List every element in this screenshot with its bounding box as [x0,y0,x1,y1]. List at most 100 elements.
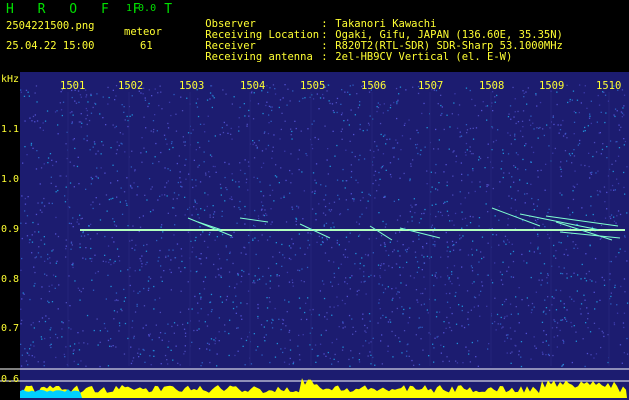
noise-speck [471,254,473,256]
noise-speck [130,166,132,168]
noise-speck [575,244,577,246]
noise-speck [300,318,302,321]
noise-speck [369,320,371,322]
noise-speck [147,280,150,282]
noise-speck [465,346,467,348]
noise-speck [342,180,344,182]
noise-speck [148,178,151,180]
noise-speck [54,111,57,113]
noise-speck [180,96,182,98]
noise-speck [157,199,159,201]
noise-speck [33,356,36,358]
noise-speck [352,326,354,328]
noise-speck [298,269,301,272]
y-tick: 1.1 [1,124,20,135]
noise-speck [438,182,440,184]
noise-speck [381,363,383,365]
noise-speck [76,165,79,168]
noise-speck [432,237,434,239]
noise-speck [590,354,592,356]
noise-speck [77,156,79,158]
noise-speck [179,177,181,179]
noise-speck [161,339,163,341]
noise-speck [288,257,291,260]
noise-speck [32,115,35,118]
noise-speck [203,209,206,211]
noise-speck [457,277,459,279]
noise-speck [322,212,325,214]
noise-speck [119,201,121,203]
noise-speck [195,149,197,151]
noise-speck [594,257,597,260]
noise-speck [420,338,422,340]
noise-speck [377,264,380,266]
noise-speck [602,143,604,145]
noise-speck [299,247,301,249]
noise-speck [87,233,89,236]
noise-speck [93,329,95,332]
noise-speck [195,236,197,239]
noise-speck [573,155,576,157]
noise-speck [467,311,469,313]
noise-speck [205,174,207,176]
noise-speck [577,144,579,146]
noise-speck [367,200,369,202]
noise-speck [453,102,455,104]
noise-speck [285,325,287,327]
noise-speck [401,135,404,137]
noise-speck [254,275,256,277]
noise-speck [537,137,539,139]
noise-speck [86,139,88,142]
noise-speck [238,181,240,183]
noise-speck [333,306,335,308]
noise-speck [246,123,248,125]
noise-speck [204,321,206,323]
noise-speck [180,270,182,273]
noise-speck [537,233,539,235]
noise-speck [403,172,405,175]
noise-speck [485,190,488,193]
noise-speck [143,305,146,307]
noise-speck [209,98,211,100]
noise-speck [114,224,116,226]
noise-speck [238,186,240,188]
noise-speck [604,94,607,96]
noise-speck [505,298,507,301]
noise-speck [143,147,145,149]
noise-speck [91,279,93,281]
noise-speck [523,92,525,94]
noise-speck [332,222,334,224]
noise-speck [613,322,615,324]
noise-speck [37,252,40,254]
noise-speck [77,287,79,289]
noise-speck [258,267,260,269]
noise-speck [118,260,121,262]
noise-speck [350,350,352,352]
noise-speck [184,332,187,334]
noise-speck [378,302,380,304]
noise-speck [105,298,107,300]
noise-speck [263,132,265,134]
noise-speck [560,319,562,321]
noise-speck [408,355,410,357]
noise-speck [508,113,510,115]
noise-speck [97,150,99,152]
noise-speck [399,340,401,343]
noise-speck [76,218,79,221]
noise-speck [381,334,383,336]
noise-speck [581,263,583,266]
noise-speck [342,346,344,348]
noise-speck [420,304,423,306]
noise-speck [440,211,442,213]
noise-speck [560,242,562,244]
noise-speck [288,301,290,303]
noise-speck [237,273,239,275]
noise-speck [455,360,457,362]
noise-speck [105,124,107,126]
noise-speck [595,172,597,174]
noise-speck [420,218,422,220]
noise-speck [21,354,23,356]
noise-speck [329,306,331,308]
noise-speck [300,280,303,282]
noise-speck [153,355,155,357]
